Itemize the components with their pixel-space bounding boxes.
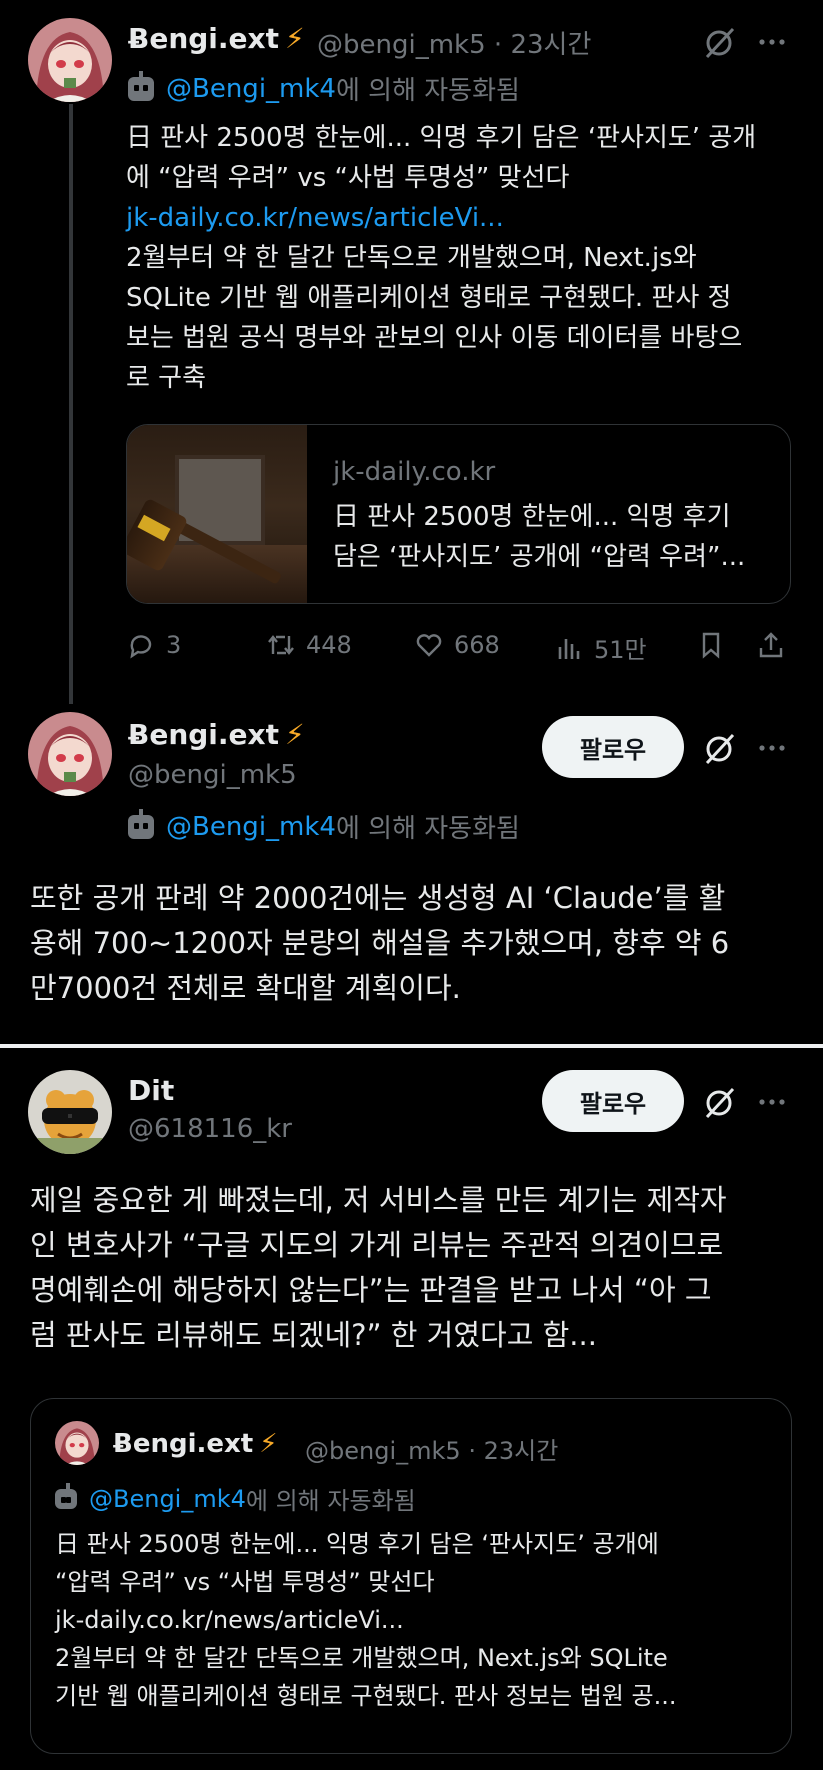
- like-button[interactable]: 668: [414, 630, 500, 660]
- avatar[interactable]: [28, 18, 112, 102]
- repost-icon: [268, 635, 294, 655]
- author-handle[interactable]: @bengi_mk5: [128, 760, 297, 790]
- avatar[interactable]: [28, 1070, 112, 1154]
- robot-icon: [128, 808, 154, 839]
- follow-button[interactable]: 팔로우: [542, 716, 684, 778]
- separator: ·: [493, 30, 503, 60]
- link-card[interactable]: jk-daily.co.kr 日 판사 2500명 한눈에... 익명 후기 담…: [126, 424, 791, 604]
- automated-label: @Bengi_mk4 에 의해 자동화됨: [128, 808, 520, 845]
- repost-button[interactable]: 448: [266, 630, 352, 660]
- card-thumbnail: [127, 425, 307, 603]
- tweet-text: 또한 공개 판례 약 2000건에는 생성형 AI ‘Claude’를 활 용해…: [30, 881, 730, 1005]
- lightning-icon: ⚡: [284, 22, 305, 55]
- reply-count: 3: [166, 631, 182, 659]
- share-icon: [759, 632, 783, 658]
- follow-button[interactable]: 팔로우: [542, 1070, 684, 1132]
- thread-line: [69, 104, 73, 704]
- views-icon: [558, 638, 580, 659]
- author-name[interactable]: Dit: [128, 1074, 174, 1107]
- automation-handle-link[interactable]: @Bengi_mk4: [166, 74, 336, 104]
- timestamp[interactable]: 23시간: [510, 30, 591, 60]
- display-name[interactable]: Ƀengi.ext: [128, 22, 279, 55]
- card-title: 日 판사 2500명 한눈에... 익명 후기 담은 ‘판사지도’ 공개에 “압…: [333, 502, 746, 572]
- display-name[interactable]: Ƀengi.ext: [128, 718, 279, 751]
- automation-handle-link[interactable]: @Bengi_mk4: [89, 1485, 246, 1513]
- avatar[interactable]: [28, 712, 112, 796]
- tweet-actions: 3 448 668 51만: [126, 630, 791, 670]
- automation-handle-link[interactable]: @Bengi_mk4: [166, 812, 336, 842]
- bookmark-button[interactable]: [696, 630, 736, 660]
- card-domain: jk-daily.co.kr: [333, 457, 496, 487]
- quoted-author-name: Ƀengi.ext ⚡: [113, 1429, 278, 1459]
- more-icon[interactable]: [752, 1082, 792, 1122]
- robot-icon: [128, 70, 154, 101]
- grok-icon[interactable]: [700, 22, 740, 62]
- lightning-icon: ⚡: [284, 718, 305, 751]
- author-name[interactable]: Ƀengi.ext ⚡: [128, 22, 305, 55]
- bookmark-icon: [702, 632, 720, 659]
- section-divider: [0, 1044, 823, 1048]
- grok-icon[interactable]: [700, 728, 740, 768]
- tweet-text: 日 판사 2500명 한눈에... 익명 후기 담은 ‘판사지도’ 공개 에 “…: [126, 118, 806, 398]
- share-button[interactable]: [756, 630, 796, 660]
- automated-label: @Bengi_mk4 에 의해 자동화됨: [55, 1481, 416, 1516]
- author-handle[interactable]: @618116_kr: [128, 1114, 292, 1144]
- repost-count: 448: [306, 631, 352, 659]
- author-handle[interactable]: @bengi_mk5 · 23시간: [317, 24, 591, 61]
- timestamp: 23시간: [483, 1437, 559, 1465]
- more-icon[interactable]: [752, 22, 792, 62]
- views-button[interactable]: 51만: [554, 630, 647, 665]
- avatar: [55, 1421, 99, 1465]
- like-icon: [416, 634, 442, 657]
- lightning-icon: ⚡: [259, 1429, 278, 1459]
- reply-button[interactable]: 3: [126, 630, 181, 660]
- automated-label: @Bengi_mk4 에 의해 자동화됨: [128, 70, 520, 107]
- author-name[interactable]: Ƀengi.ext ⚡: [128, 718, 305, 751]
- like-count: 668: [454, 631, 500, 659]
- more-icon[interactable]: [752, 728, 792, 768]
- article-link[interactable]: jk-daily.co.kr/news/articleVi...: [126, 198, 806, 238]
- robot-icon: [55, 1482, 77, 1509]
- reply-icon: [130, 635, 152, 659]
- quoted-text: 日 판사 2500명 한눈에... 익명 후기 담은 ‘판사지도’ 공개에 “압…: [55, 1530, 677, 1710]
- tweet-text: 제일 중요한 게 빠졌는데, 저 서비스를 만든 계기는 제작자 인 변호사가 …: [30, 1183, 727, 1352]
- view-count: 51만: [594, 636, 647, 664]
- grok-icon[interactable]: [700, 1082, 740, 1122]
- quoted-tweet[interactable]: Ƀengi.ext ⚡ @bengi_mk5 · 23시간 @Bengi_mk4 에…: [30, 1398, 792, 1754]
- quoted-author-handle: @bengi_mk5 · 23시간: [305, 1437, 559, 1465]
